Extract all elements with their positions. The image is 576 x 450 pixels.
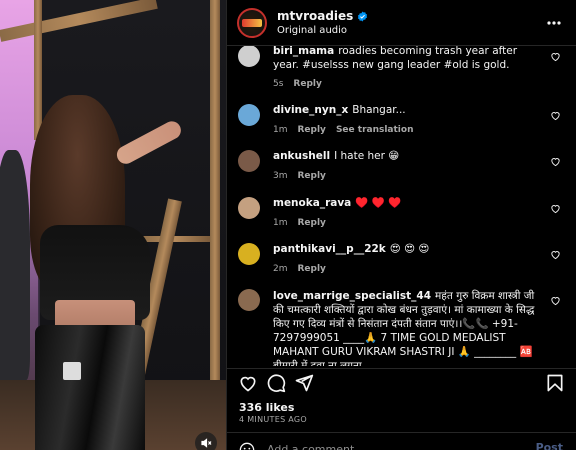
comment-username[interactable]: panthikavi__p__22k xyxy=(273,243,386,255)
mute-button[interactable] xyxy=(195,432,217,450)
verified-badge-icon xyxy=(358,10,368,22)
mic-tag xyxy=(63,362,81,380)
comment-body: love_marrige_specialist_44 महंत गुरु विक्… xyxy=(273,289,541,366)
wooden-beam xyxy=(140,236,210,242)
comment-body: divine_nyn_x Bhangar... 1m Reply See transl… xyxy=(273,104,541,137)
comment-meta: 3m Reply xyxy=(273,170,541,184)
header-name-row: mtvroadies xyxy=(277,9,368,23)
comment-text: ♥️ ♥️ ♥️ xyxy=(355,197,402,209)
post-panel: mtvroadies Original audio biri_mama roadi… xyxy=(226,0,576,450)
like-count[interactable]: 336 likes xyxy=(239,401,294,414)
comment-meta: 5s Reply xyxy=(273,78,541,92)
reply-button[interactable]: Reply xyxy=(298,171,326,181)
comment-username[interactable]: love_marrige_specialist_44 xyxy=(273,290,431,302)
commenter-avatar[interactable] xyxy=(238,243,260,265)
profile-avatar[interactable] xyxy=(237,7,267,38)
comment-time: 2m xyxy=(273,263,288,274)
commenter-avatar[interactable] xyxy=(238,289,260,311)
comment-username[interactable]: menoka_rava xyxy=(273,197,351,209)
post-comment-button[interactable]: Post xyxy=(536,441,563,450)
speaker-muted-icon xyxy=(201,438,212,448)
more-options-button[interactable] xyxy=(545,14,563,32)
comment-time: 5s xyxy=(273,79,284,89)
comment-time: 1m xyxy=(273,124,288,135)
commenter-avatar[interactable] xyxy=(238,150,260,172)
heart-outline-icon[interactable] xyxy=(550,156,561,167)
comment-username[interactable]: ankushell xyxy=(273,150,330,162)
add-comment-row: Post xyxy=(227,432,576,450)
comment-body: panthikavi__p__22k 😍 😍 😍 2m Reply xyxy=(273,243,541,276)
roadies-logo xyxy=(242,18,262,27)
send-icon[interactable] xyxy=(294,373,314,393)
heart-outline-icon[interactable] xyxy=(550,249,561,260)
emoji-icon[interactable] xyxy=(239,442,255,450)
comment-icon[interactable] xyxy=(266,373,286,393)
commenter-avatar[interactable] xyxy=(238,197,260,219)
comment-body: biri_mama roadies becoming trash year aft… xyxy=(273,46,541,92)
reply-button[interactable]: Reply xyxy=(298,264,326,274)
post-header: mtvroadies Original audio xyxy=(227,0,576,46)
comment-meta: 2m Reply xyxy=(273,263,541,277)
commenter-avatar[interactable] xyxy=(238,104,260,126)
comment-meta: 1m Reply xyxy=(273,217,541,231)
heart-outline-icon[interactable] xyxy=(550,295,561,306)
post-actions xyxy=(227,368,576,396)
background-person xyxy=(0,150,30,380)
comment-text: I hate her 😁 xyxy=(334,150,400,162)
comment-time: 1m xyxy=(273,217,288,228)
reply-button[interactable]: Reply xyxy=(298,218,326,228)
reply-button[interactable]: Reply xyxy=(298,125,326,135)
header-text: mtvroadies Original audio xyxy=(277,9,368,36)
reel-video[interactable] xyxy=(0,0,226,450)
comment-meta: 1m Reply See translation xyxy=(273,124,541,138)
audio-label[interactable]: Original audio xyxy=(277,25,368,36)
heart-outline-icon[interactable] xyxy=(550,203,561,214)
commenter-avatar[interactable] xyxy=(238,46,260,67)
see-translation-button[interactable]: See translation xyxy=(336,125,414,135)
comment-username[interactable]: biri_mama xyxy=(273,46,334,57)
person-pants xyxy=(35,325,145,450)
heart-outline-icon[interactable] xyxy=(550,110,561,121)
heart-outline-icon[interactable] xyxy=(550,51,561,62)
account-username[interactable]: mtvroadies xyxy=(277,9,353,23)
reply-button[interactable]: Reply xyxy=(293,79,321,89)
comment-text: Bhangar... xyxy=(352,104,406,116)
more-horizontal-icon xyxy=(547,21,561,25)
comments-list[interactable]: biri_mama roadies becoming trash year aft… xyxy=(227,46,576,366)
heart-outline-icon[interactable] xyxy=(238,373,258,393)
comment-username[interactable]: divine_nyn_x xyxy=(273,104,348,116)
comment-time: 3m xyxy=(273,170,288,181)
post-timestamp: 4 MINUTES AGO xyxy=(239,415,308,424)
wooden-beam xyxy=(34,0,42,140)
comment-body: ankushell I hate her 😁 3m Reply xyxy=(273,150,541,183)
bookmark-icon[interactable] xyxy=(545,373,565,393)
comment-text: 😍 😍 😍 xyxy=(389,243,430,255)
comment-body: menoka_rava ♥️ ♥️ ♥️ 1m Reply xyxy=(273,197,541,230)
comment-input[interactable] xyxy=(267,441,517,450)
